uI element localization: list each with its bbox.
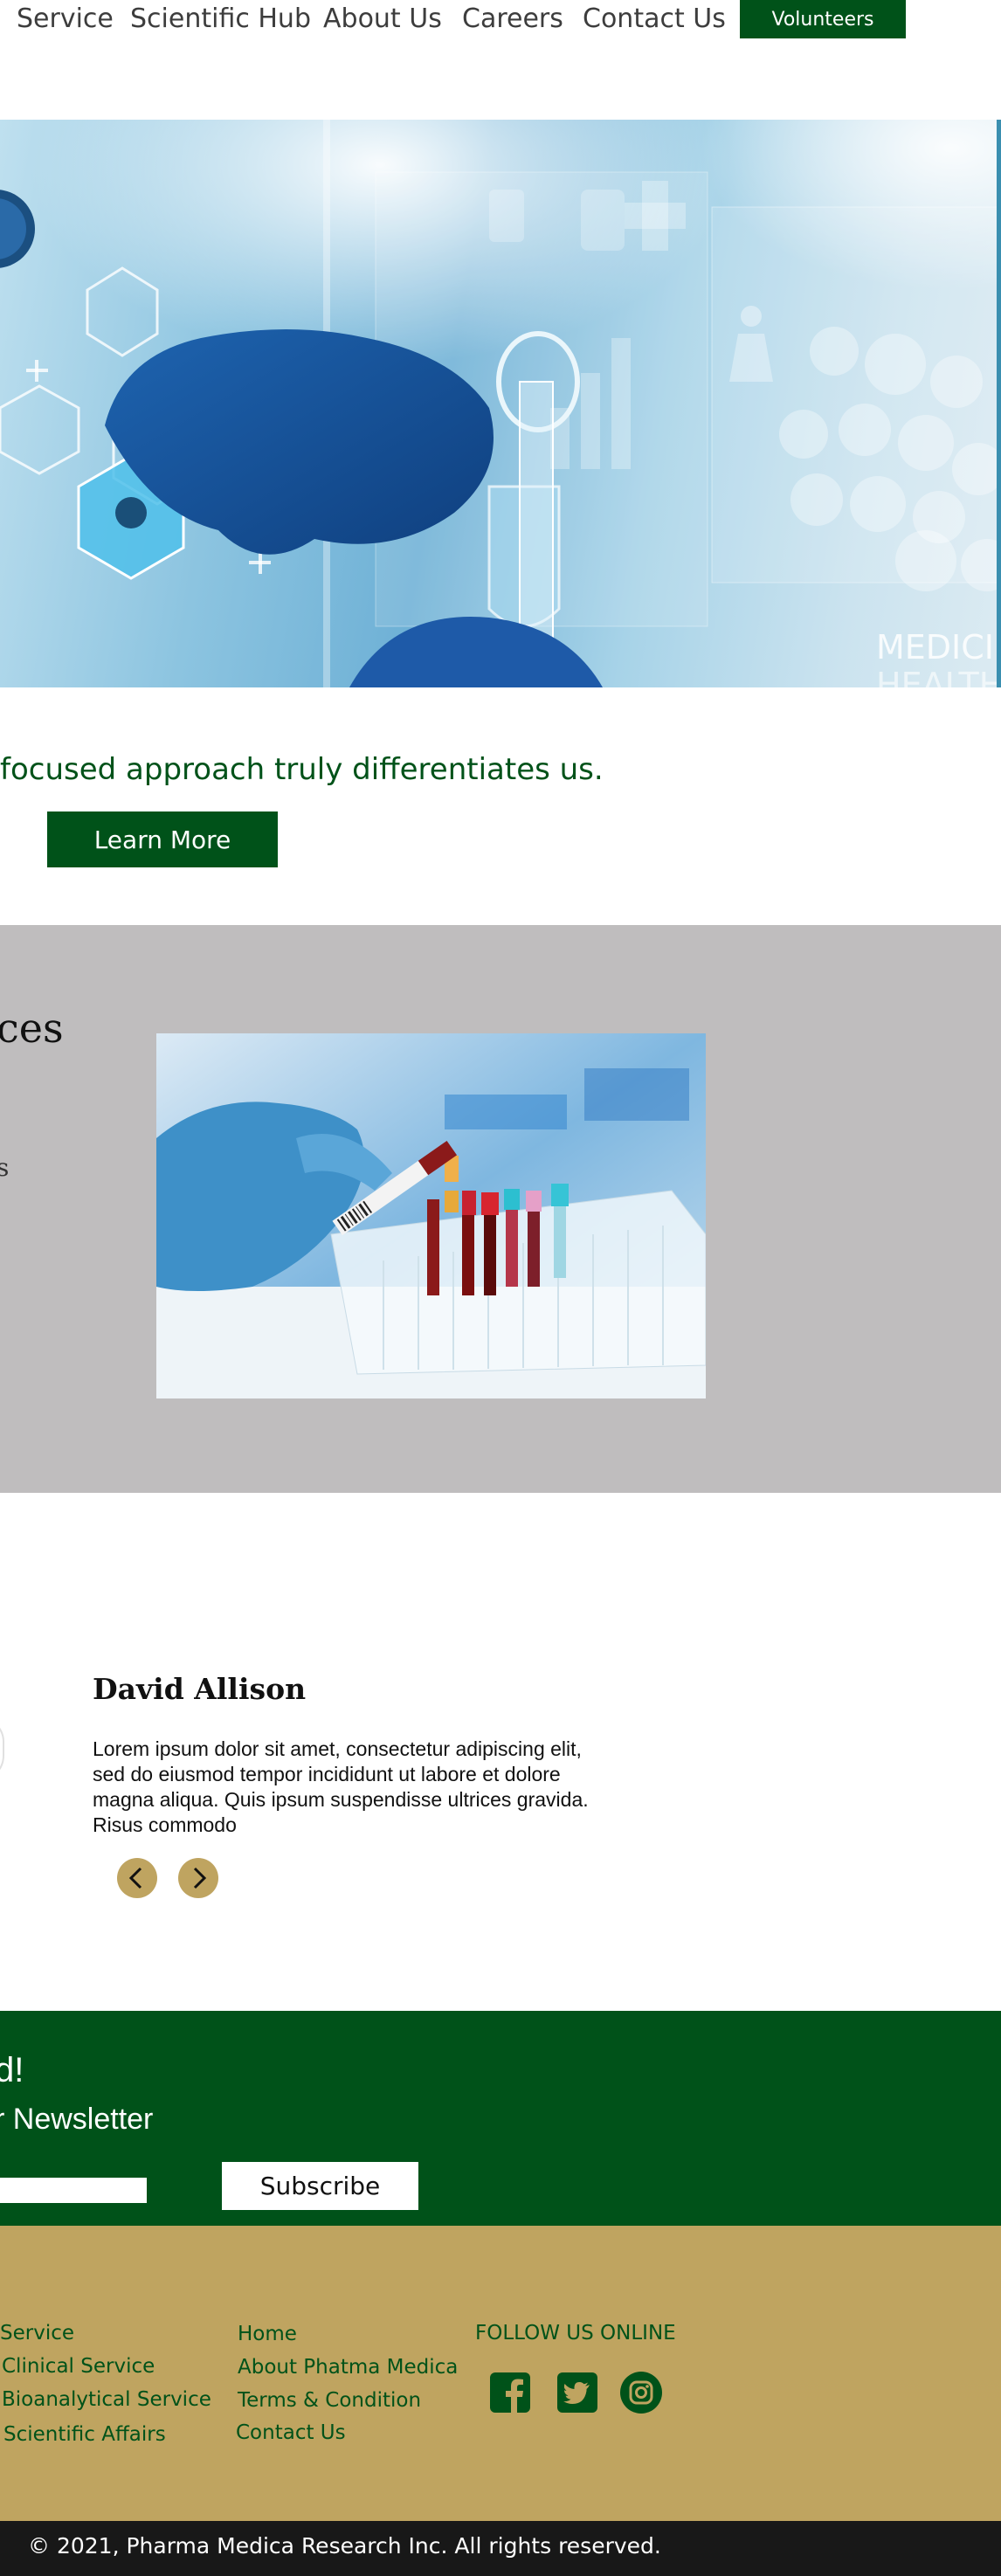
lab-sample-image [156,1033,706,1398]
newsletter-subheading: r Newsletter [0,2103,154,2136]
footer-link-terms[interactable]: Terms & Condition [238,2389,421,2412]
nav-scientific-hub[interactable]: Scientific Hub [130,3,311,34]
nav-service[interactable]: Service [17,3,114,34]
testimonial-name: David Allison [93,1672,307,1706]
nav-contact-us[interactable]: Contact Us [583,3,726,34]
hero-image: MEDICIN HEALTH [0,120,1001,687]
instagram-icon[interactable] [619,2371,663,2414]
volunteers-button[interactable]: Volunteers [740,0,906,38]
nav-about-us[interactable]: About Us [323,3,442,34]
testimonial-body: Lorem ipsum dolor sit amet, consectetur … [93,1737,589,1836]
email-field[interactable] [0,2178,147,2203]
follow-us-label: FOLLOW US ONLINE [475,2322,676,2345]
subscribe-button[interactable]: Subscribe [222,2162,418,2210]
services-heading: ces [0,1005,64,1052]
footer-link-scientific-affairs[interactable]: Scientific Affairs [3,2423,166,2446]
twitter-icon[interactable] [556,2371,599,2414]
chevron-right-icon [193,1867,207,1889]
nav-careers[interactable]: Careers [462,3,563,34]
tagline-text: focused approach truly differentiates us… [0,752,604,787]
facebook-icon[interactable] [488,2371,532,2414]
testimonial-avatar-edge [0,1716,4,1781]
footer-link-bioanalytical-service[interactable]: Bioanalytical Service [2,2388,211,2411]
next-testimonial-button[interactable] [178,1858,218,1898]
footer-link-service[interactable]: Service [0,2322,74,2345]
chevron-left-icon [128,1867,142,1889]
hero-overlay-text-2: HEALTH [876,666,1001,687]
footer-link-clinical-service[interactable]: Clinical Service [2,2355,155,2378]
learn-more-button[interactable]: Learn More [47,811,278,867]
services-subtext: s [0,1153,10,1182]
footer-link-contact[interactable]: Contact Us [236,2421,346,2444]
footer-link-about[interactable]: About Phatma Medica [238,2356,458,2379]
copyright-text: © 2021, Pharma Medica Research Inc. All … [28,2533,661,2559]
footer-link-home[interactable]: Home [238,2323,297,2345]
prev-testimonial-button[interactable] [117,1858,157,1898]
hero-overlay-text: MEDICIN [876,628,1001,666]
newsletter-heading: d! [0,2051,24,2089]
